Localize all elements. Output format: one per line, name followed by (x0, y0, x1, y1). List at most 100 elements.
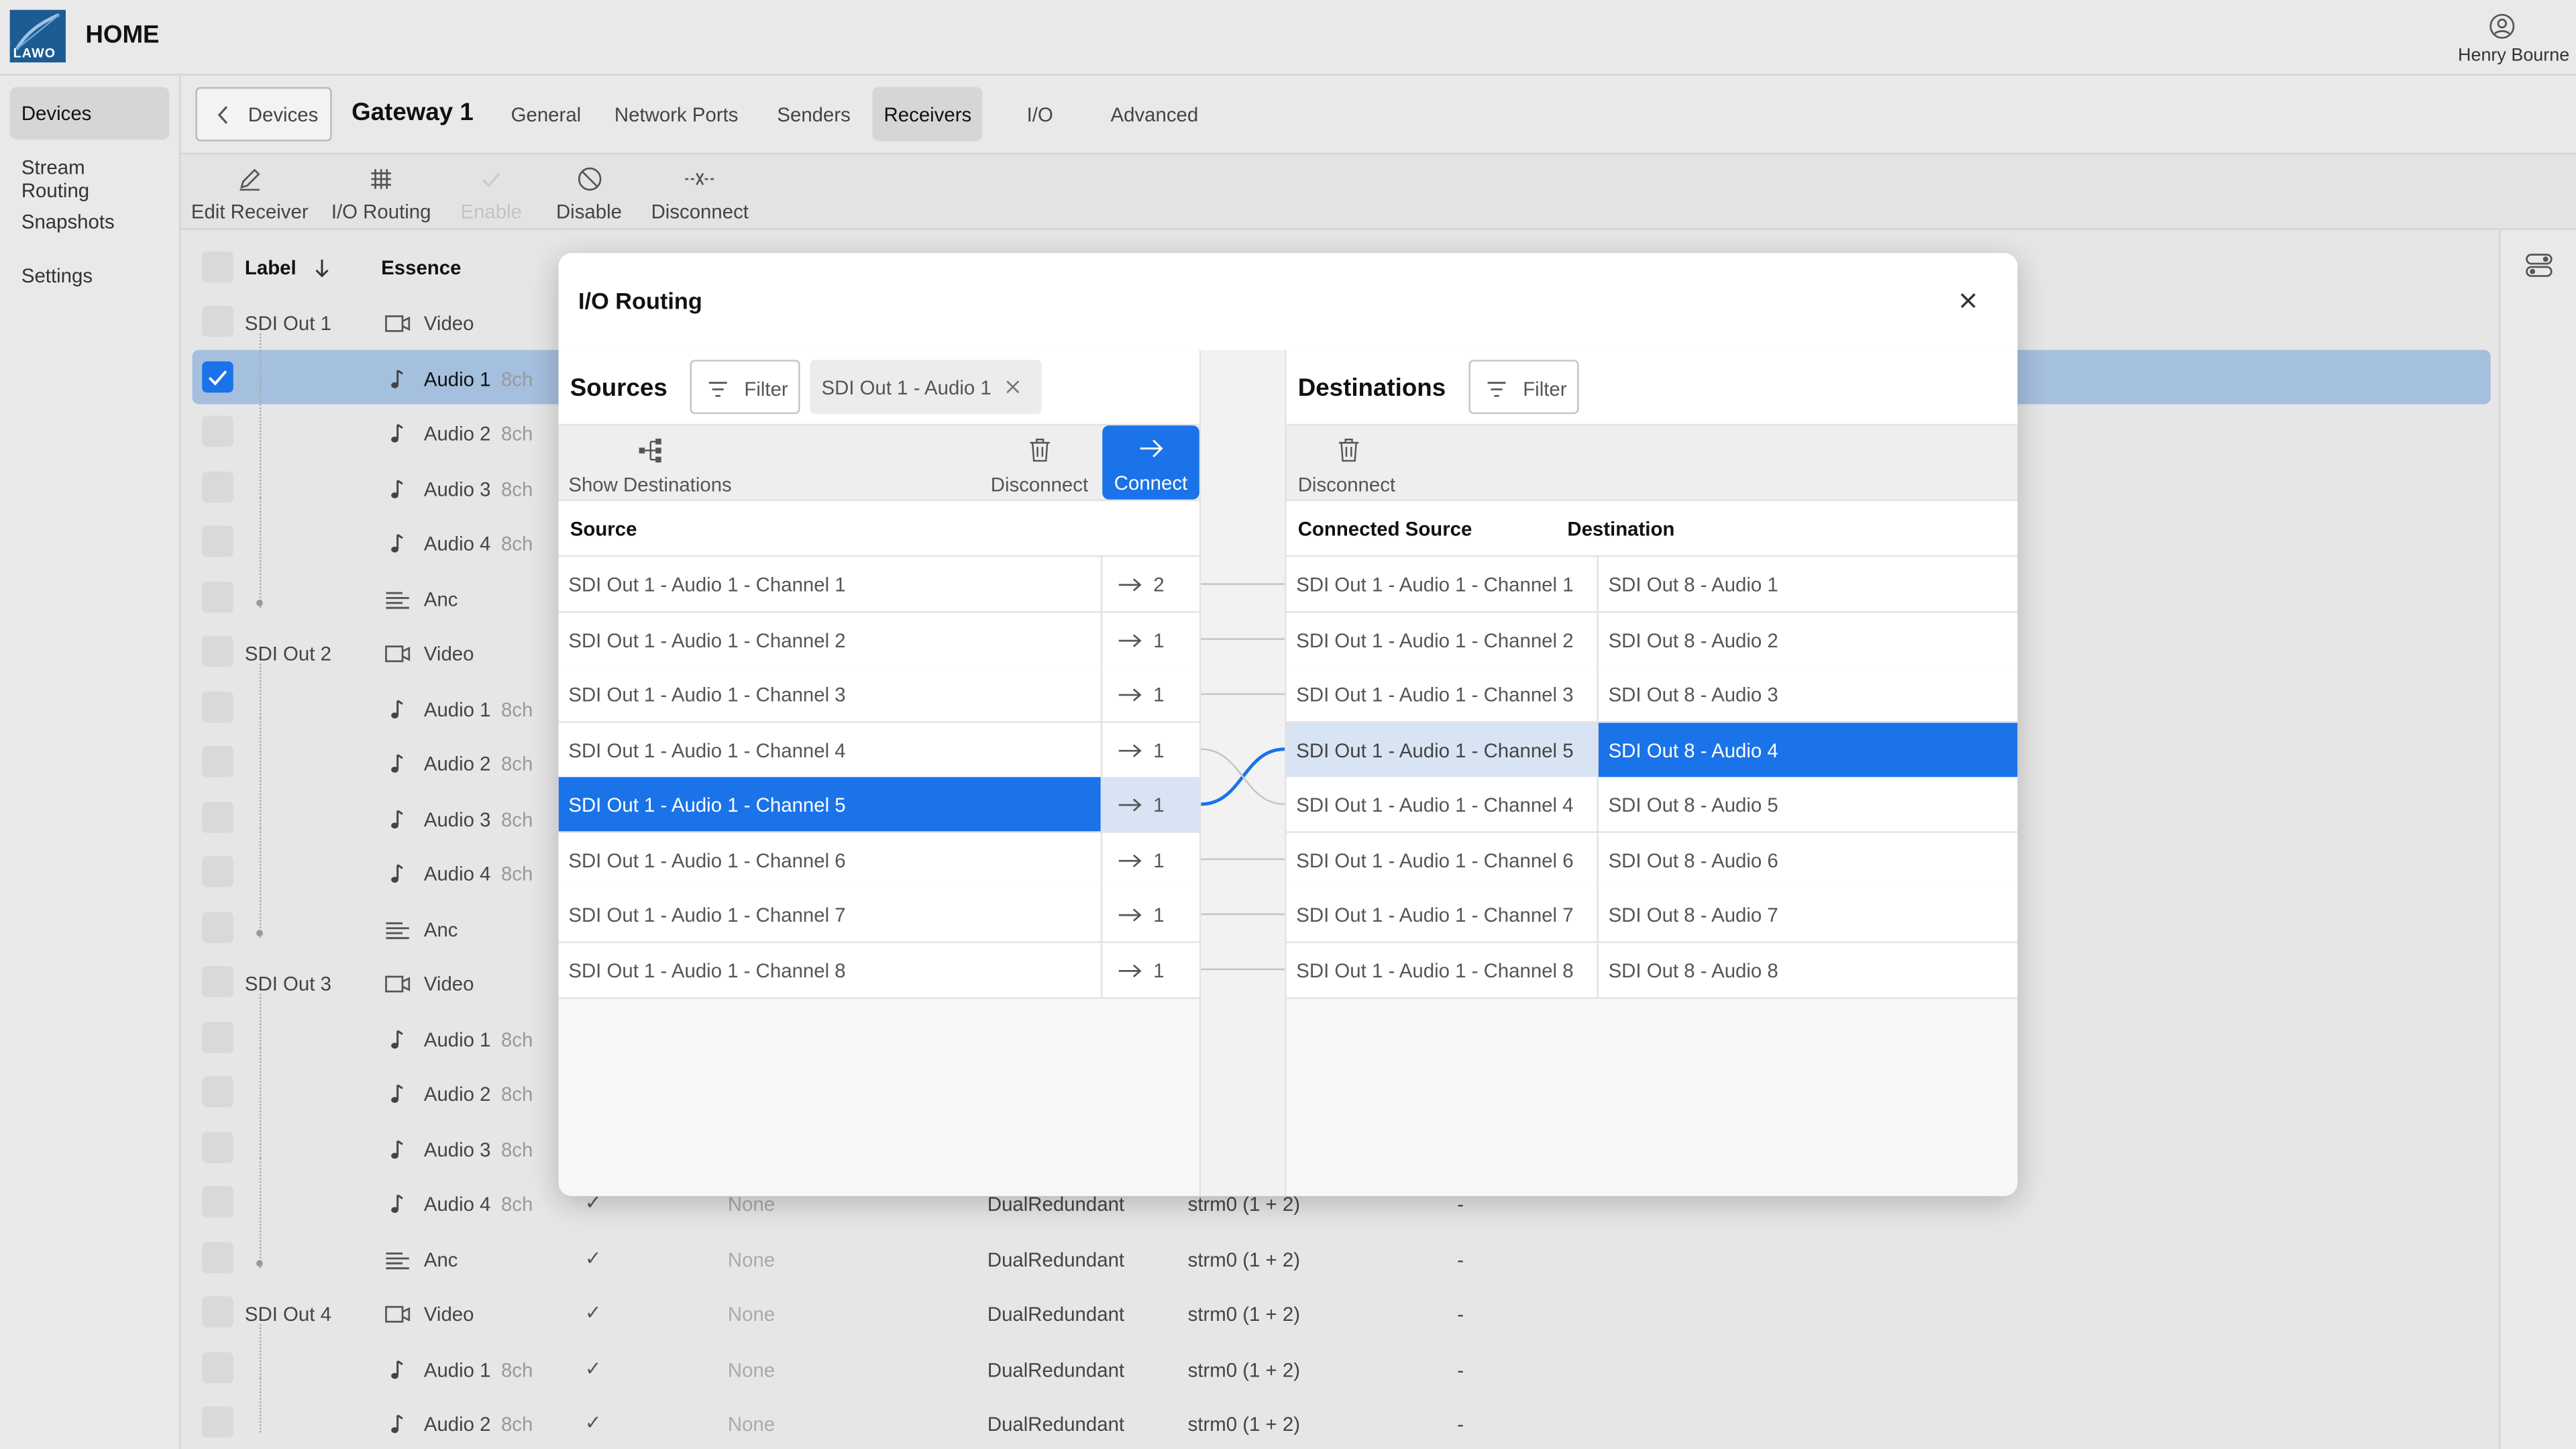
row-stream: strm0 (1 + 2) (1187, 1192, 1301, 1216)
tab-advanced[interactable]: Advanced (1099, 87, 1210, 142)
source-row[interactable]: SDI Out 1 - Audio 1 - Channel 1 2 (558, 557, 1199, 613)
sidebar-item-stream-routing[interactable]: Stream Routing (10, 142, 170, 203)
row-dash: - (1457, 1303, 1464, 1326)
sort-down-icon[interactable] (314, 258, 330, 278)
destinations-filter-button[interactable]: Filter (1468, 360, 1579, 415)
row-checkbox[interactable] (202, 1131, 233, 1163)
row-checkbox[interactable] (202, 360, 233, 392)
tab-io[interactable]: I/O (1015, 87, 1065, 142)
show-destinations-button[interactable]: Show Destinations (568, 425, 749, 501)
arrow-right-icon (1118, 798, 1142, 812)
tab-senders[interactable]: Senders (765, 87, 862, 142)
edit-receiver-button[interactable]: Edit Receiver (189, 154, 311, 230)
row-checkbox[interactable] (202, 1076, 233, 1108)
disconnect-button[interactable]: Disconnect (647, 154, 753, 230)
destination-count[interactable]: 1 (1100, 777, 1199, 832)
row-checkbox[interactable] (202, 470, 233, 502)
destination-name: SDI Out 8 - Audio 8 (1608, 958, 1778, 982)
show-destinations-label: Show Destinations (568, 473, 732, 496)
row-checkbox[interactable] (202, 690, 233, 722)
row-checkbox[interactable] (202, 966, 233, 998)
disable-button[interactable]: Disable (550, 154, 627, 230)
enable-label: Enable (460, 200, 523, 224)
row-checkbox[interactable] (202, 635, 233, 667)
source-name: SDI Out 1 - Audio 1 - Channel 5 (558, 777, 1101, 832)
select-all-checkbox[interactable] (202, 251, 233, 283)
row-checkbox[interactable] (202, 1406, 233, 1438)
destination-row[interactable]: SDI Out 1 - Audio 1 - Channel 5 SDI Out 8… (1286, 722, 2018, 778)
sidebar-item-devices[interactable]: Devices (9, 87, 170, 140)
destination-row[interactable]: SDI Out 1 - Audio 1 - Channel 6 SDI Out 8… (1286, 832, 2018, 888)
arrow-right-icon (1118, 908, 1142, 922)
tree-connector (259, 1103, 262, 1158)
row-checkbox[interactable] (202, 580, 233, 612)
user-name[interactable]: Henry Bourne (2432, 46, 2569, 66)
destination-count[interactable]: 1 (1100, 612, 1199, 667)
destinations-disconnect-button[interactable]: Disconnect (1298, 425, 1403, 501)
source-row[interactable]: SDI Out 1 - Audio 1 - Channel 6 1 (558, 832, 1199, 888)
destination-row[interactable]: SDI Out 1 - Audio 1 - Channel 8 SDI Out 8… (1286, 942, 2018, 998)
destination-row[interactable]: SDI Out 1 - Audio 1 - Channel 4 SDI Out 8… (1286, 777, 2018, 833)
source-name: SDI Out 1 - Audio 1 - Channel 6 (568, 848, 846, 872)
row-checkbox[interactable] (202, 745, 233, 777)
close-icon[interactable] (1957, 289, 1980, 312)
destination-count[interactable]: 1 (1100, 667, 1199, 722)
tab-general[interactable]: General (499, 87, 592, 142)
io-routing-button[interactable]: I/O Routing (329, 154, 434, 230)
sources-disconnect-button[interactable]: Disconnect (989, 425, 1094, 501)
row-checkbox[interactable] (202, 525, 233, 557)
destination-count-value: 1 (1153, 628, 1165, 652)
destination-count[interactable]: 1 (1100, 942, 1199, 997)
source-row[interactable]: SDI Out 1 - Audio 1 - Channel 8 1 (558, 942, 1199, 998)
tree-connector (259, 553, 262, 607)
label-column-header[interactable]: Label (245, 256, 297, 279)
enable-button[interactable]: Enable (453, 154, 529, 230)
tree-connector (259, 993, 262, 1048)
destination-count[interactable]: 1 (1100, 887, 1199, 942)
row-channel-count: 8ch (500, 477, 533, 500)
source-row[interactable]: SDI Out 1 - Audio 1 - Channel 7 1 (558, 887, 1199, 943)
row-essence: Anc (423, 917, 458, 941)
destination-count[interactable]: 1 (1100, 722, 1199, 777)
row-checkbox[interactable] (202, 1241, 233, 1273)
row-checkbox[interactable] (202, 1296, 233, 1328)
destination-row[interactable]: SDI Out 1 - Audio 1 - Channel 3 SDI Out 8… (1286, 667, 2018, 723)
destination-row[interactable]: SDI Out 1 - Audio 1 - Channel 2 SDI Out 8… (1286, 612, 2018, 668)
source-row[interactable]: SDI Out 1 - Audio 1 - Channel 2 1 (558, 612, 1199, 668)
sidebar-item-settings[interactable]: Settings (10, 250, 170, 302)
row-checkbox[interactable] (202, 910, 233, 943)
row-checkbox[interactable] (202, 305, 233, 337)
source-row[interactable]: SDI Out 1 - Audio 1 - Channel 4 1 (558, 722, 1199, 778)
row-essence: Video (423, 972, 474, 996)
lawo-logo[interactable]: LAWO (9, 9, 66, 63)
destination-count[interactable]: 1 (1100, 832, 1199, 887)
dialog-title: I/O Routing (578, 287, 702, 314)
sources-title: Sources (570, 374, 667, 403)
user-icon[interactable] (2489, 13, 2515, 40)
back-to-devices-button[interactable]: Devices (195, 87, 332, 142)
row-checkbox[interactable] (202, 1351, 233, 1383)
sources-filter-button[interactable]: Filter (690, 360, 800, 415)
chip-remove-icon[interactable] (1006, 380, 1020, 394)
home-title[interactable]: HOME (85, 21, 159, 50)
source-row[interactable]: SDI Out 1 - Audio 1 - Channel 5 1 (558, 777, 1199, 833)
row-checkbox[interactable] (202, 1021, 233, 1053)
row-checkbox[interactable] (202, 1186, 233, 1218)
connect-button[interactable]: Connect (1102, 425, 1199, 500)
row-checkbox[interactable] (202, 800, 233, 833)
row-checkbox[interactable] (202, 415, 233, 447)
row-checkbox[interactable] (202, 855, 233, 888)
destination-count[interactable]: 2 (1100, 557, 1199, 612)
row-mode: DualRedundant (987, 1192, 1125, 1216)
tree-connector (259, 773, 262, 828)
essence-column-header[interactable]: Essence (381, 256, 461, 279)
sidebar-item-snapshots[interactable]: Snapshots (10, 195, 170, 248)
tab-receivers[interactable]: Receivers (872, 87, 983, 142)
source-filter-chip[interactable]: SDI Out 1 - Audio 1 (810, 360, 1042, 415)
tab-network-ports[interactable]: Network Ports (603, 87, 750, 142)
destination-row[interactable]: SDI Out 1 - Audio 1 - Channel 7 SDI Out 8… (1286, 887, 2018, 943)
source-row[interactable]: SDI Out 1 - Audio 1 - Channel 3 1 (558, 667, 1199, 723)
destination-row[interactable]: SDI Out 1 - Audio 1 - Channel 1 SDI Out 8… (1286, 557, 2018, 613)
toggle-panel-icon[interactable] (2525, 252, 2553, 280)
tree-connector (259, 883, 262, 938)
